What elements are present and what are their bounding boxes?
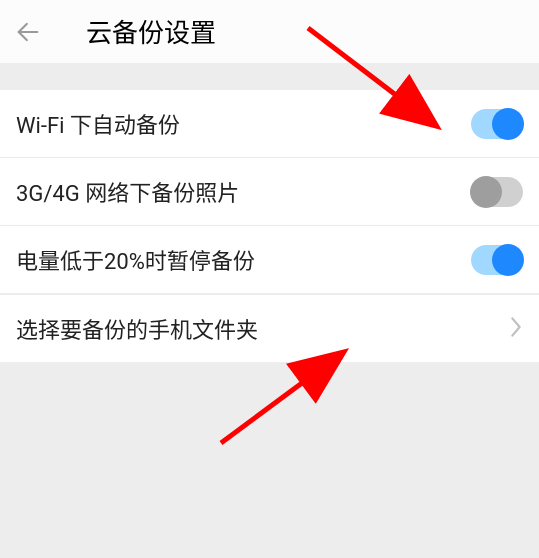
chevron-right-icon bbox=[509, 316, 523, 342]
setting-wifi-auto-backup: Wi-Fi 下自动备份 bbox=[0, 90, 539, 158]
setting-low-battery-pause: 电量低于20%时暂停备份 bbox=[0, 226, 539, 294]
select-backup-folder[interactable]: 选择要备份的手机文件夹 bbox=[0, 294, 539, 362]
toggle-mobile-backup-photos[interactable] bbox=[471, 177, 523, 207]
setting-label: 电量低于20%时暂停备份 bbox=[16, 244, 255, 276]
nav-label: 选择要备份的手机文件夹 bbox=[16, 313, 258, 345]
back-arrow-icon bbox=[14, 18, 42, 46]
setting-label: Wi-Fi 下自动备份 bbox=[16, 108, 180, 140]
toggle-wifi-auto-backup[interactable] bbox=[471, 109, 523, 139]
toggle-low-battery-pause[interactable] bbox=[471, 245, 523, 275]
page-title: 云备份设置 bbox=[86, 13, 216, 50]
settings-list: Wi-Fi 下自动备份 3G/4G 网络下备份照片 电量低于20%时暂停备份 选… bbox=[0, 90, 539, 362]
header: 云备份设置 bbox=[0, 0, 539, 63]
setting-mobile-backup-photos: 3G/4G 网络下备份照片 bbox=[0, 158, 539, 226]
setting-label: 3G/4G 网络下备份照片 bbox=[16, 176, 239, 208]
back-button[interactable] bbox=[10, 14, 46, 50]
